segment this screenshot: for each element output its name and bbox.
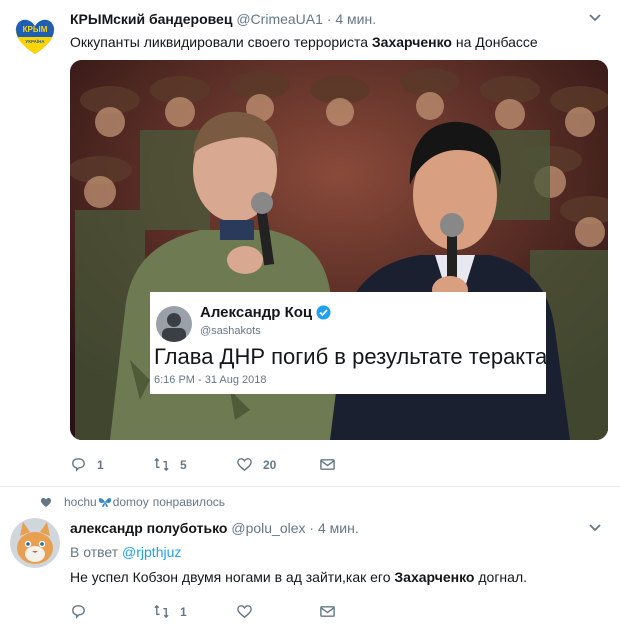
tweet-text-bold: Захарченко <box>371 34 452 50</box>
tweet-photo[interactable]: Александр Коц @sashakots Глава ДНР погиб… <box>70 60 608 440</box>
envelope-icon <box>320 606 335 617</box>
tweet-text: Не успел Кобзон двумя ногами в ад зайти,… <box>70 569 527 585</box>
avatar-text-top: КРЫМ <box>23 25 48 34</box>
direct-message-button[interactable] <box>319 456 402 473</box>
embedded-tweet-text: Глава ДНР погиб в результате теракта <box>154 344 548 369</box>
separator-dot: · <box>309 520 315 536</box>
retweet-button[interactable]: 1 <box>153 603 236 620</box>
direct-message-button[interactable] <box>319 603 402 620</box>
timestamp[interactable]: 4 мин. <box>335 11 376 27</box>
embedded-tweet-card: Александр Коц @sashakots Глава ДНР погиб… <box>150 292 548 394</box>
author-handle[interactable]: @CrimeaUA1 <box>236 11 323 27</box>
tweet-actions: 1 <box>70 603 402 620</box>
tweet-2[interactable]: александр полуботько @polu_olex · 4 мин.… <box>0 486 620 629</box>
tweet-text-part: Не успел Кобзон двумя ногами в ад зайти,… <box>70 569 395 585</box>
embedded-author-name: Александр Коц <box>200 304 313 321</box>
embedded-author-handle: @sashakots <box>200 325 261 337</box>
reply-prefix: В ответ <box>70 544 123 560</box>
tweet-text-part: догнал. <box>474 569 528 585</box>
tweet-text-bold: Захарченко <box>394 569 475 585</box>
heart-icon <box>237 605 252 619</box>
retweet-count: 1 <box>180 604 187 619</box>
retweet-icon <box>154 457 169 472</box>
reply-button[interactable]: 1 <box>70 456 153 473</box>
avatar[interactable]: КРЫМ УКРАЇНА <box>10 10 60 60</box>
timestamp[interactable]: 4 мин. <box>318 520 359 536</box>
reply-to-link[interactable]: @rjpthjuz <box>122 544 181 560</box>
avatar-text-bottom: УКРАЇНА <box>25 38 45 44</box>
tweet-header: КРЫМский бандеровец @CrimeaUA1 · 4 мин. <box>70 11 376 27</box>
retweet-button[interactable]: 5 <box>153 456 236 473</box>
tweet-text-part: Оккупанты ликвидировали своего террорист… <box>70 34 372 50</box>
tweet-text: Оккупанты ликвидировали своего террорист… <box>70 34 538 50</box>
author-name[interactable]: КРЫМский бандеровец <box>70 11 232 27</box>
separator-dot: · <box>326 11 332 27</box>
heart-icon <box>237 458 252 472</box>
tweet-actions: 1 5 20 <box>70 456 402 473</box>
like-button[interactable]: 20 <box>236 456 319 473</box>
like-button[interactable] <box>236 603 319 620</box>
tweet-text-part: на Донбассе <box>451 34 538 50</box>
author-handle[interactable]: @polu_olex <box>231 520 305 536</box>
like-count: 20 <box>263 457 277 472</box>
envelope-icon <box>320 459 335 470</box>
verified-icon <box>316 305 331 320</box>
embedded-avatar <box>156 306 192 342</box>
chevron-down-icon[interactable] <box>588 520 602 536</box>
reply-context: В ответ @rjpthjuz <box>70 544 181 560</box>
chevron-down-icon[interactable] <box>588 10 602 26</box>
reply-button[interactable] <box>70 603 153 620</box>
reply-icon <box>72 458 85 472</box>
author-name[interactable]: александр полуботько <box>70 520 227 536</box>
avatar[interactable] <box>10 518 60 568</box>
retweet-count: 5 <box>180 457 187 472</box>
tweet-header: александр полуботько @polu_olex · 4 мин. <box>70 520 359 536</box>
embedded-timestamp: 6:16 PM - 31 Aug 2018 <box>154 374 267 386</box>
reply-icon <box>72 605 85 619</box>
tweet-1[interactable]: КРЫМ УКРАЇНА КРЫМский бандеровец @Crimea… <box>0 0 620 487</box>
reply-count: 1 <box>97 457 104 472</box>
retweet-icon <box>154 604 169 619</box>
